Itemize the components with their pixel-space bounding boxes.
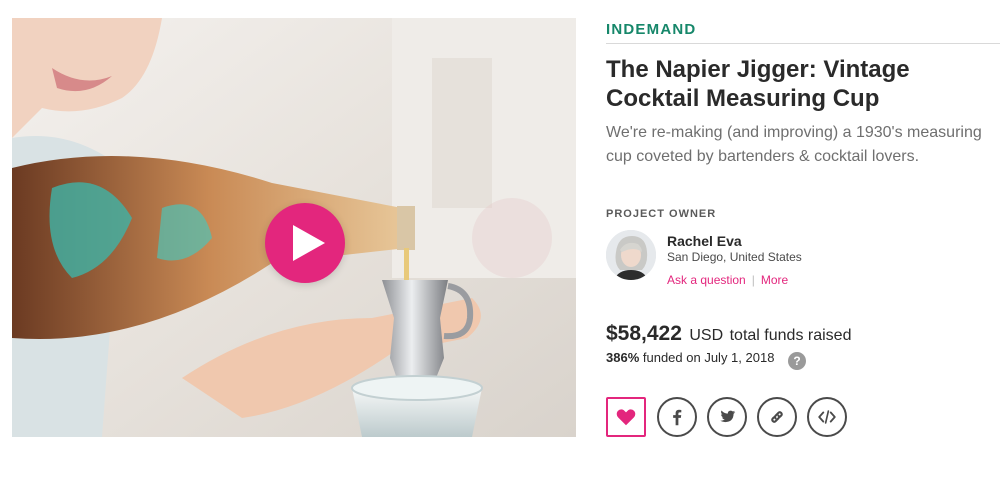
embed-button[interactable] (807, 397, 847, 437)
ask-question-link[interactable]: Ask a question (667, 273, 746, 287)
divider (606, 43, 1000, 44)
funded-percent: 386% (606, 350, 640, 365)
funds-raised: $58,422 USD total funds raised (606, 322, 851, 346)
category-link[interactable]: INDEMAND (606, 21, 696, 38)
help-icon[interactable]: ? (788, 352, 807, 370)
campaign-title: The Napier Jigger: Vintage Cocktail Meas… (606, 56, 910, 112)
more-link[interactable]: More (761, 273, 788, 287)
project-owner-label: PROJECT OWNER (606, 208, 717, 220)
owner-photo (606, 230, 656, 280)
facebook-icon (673, 409, 682, 426)
funds-label: total funds raised (729, 327, 852, 344)
copy-link-button[interactable] (757, 397, 797, 437)
share-facebook-button[interactable] (657, 397, 697, 437)
play-icon (293, 225, 325, 261)
funds-currency: USD (689, 327, 724, 344)
share-twitter-button[interactable] (707, 397, 747, 437)
owner-location: San Diego, United States (667, 250, 802, 264)
link-icon (771, 411, 783, 423)
funds-amount: $58,422 (606, 322, 682, 345)
follow-button[interactable] (606, 397, 646, 437)
owner-name[interactable]: Rachel Eva (667, 233, 742, 249)
play-button[interactable] (265, 203, 345, 283)
campaign-video[interactable] (12, 18, 576, 437)
campaign-blurb: We're re-making (and improving) a 1930's… (606, 124, 982, 165)
link-separator: | (751, 273, 755, 287)
owner-links: Ask a question | More (667, 273, 788, 287)
funded-status: 386% funded on July 1, 2018 ? (606, 350, 807, 370)
heart-icon (616, 409, 636, 426)
funded-date: funded on July 1, 2018 (642, 350, 775, 365)
avatar[interactable] (606, 230, 656, 280)
embed-code-icon (818, 410, 836, 424)
twitter-icon (720, 410, 736, 423)
